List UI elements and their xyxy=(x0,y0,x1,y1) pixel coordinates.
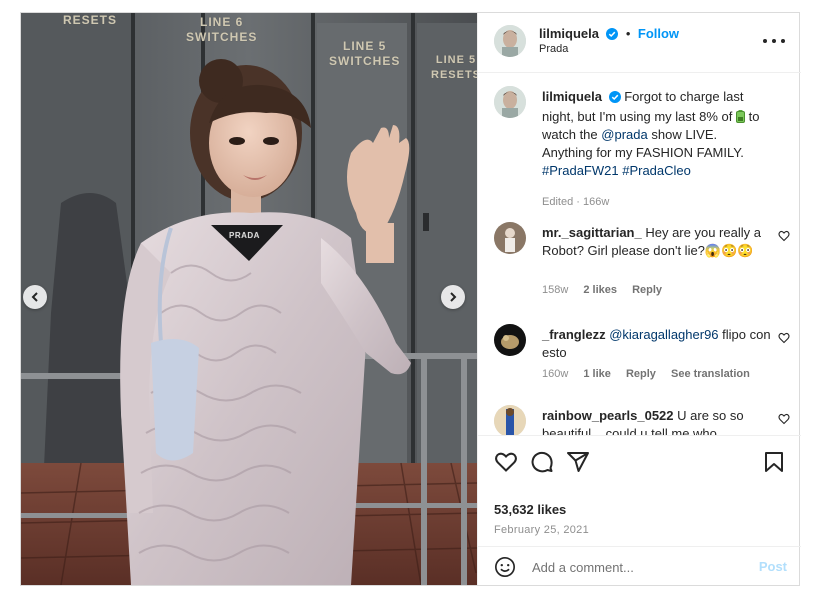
hashtag-pradafw21[interactable]: #PradaFW21 xyxy=(542,163,619,178)
more-options-icon[interactable] xyxy=(763,31,785,51)
heart-icon[interactable] xyxy=(494,450,518,474)
commenter-avatar[interactable] xyxy=(494,324,526,356)
comment-meta: 160w 1 like Reply See translation xyxy=(542,368,762,380)
comment-text: rainbow_pearls_0522 U are so so beautifu… xyxy=(542,407,772,435)
follow-button[interactable]: Follow xyxy=(638,26,679,41)
previous-slide-button[interactable] xyxy=(23,285,47,309)
author-avatar[interactable] xyxy=(494,25,526,57)
emoji-icon[interactable] xyxy=(494,556,516,578)
post-side-panel: lilmiquela • Follow Prada lilmiquela For… xyxy=(477,13,801,585)
post-dialog: RESETS LINE 6 SWITCHES LINE 5 SWITCHES L… xyxy=(20,12,801,586)
header-title-line: lilmiquela • Follow xyxy=(539,25,679,45)
commenter-username[interactable]: _franglezz xyxy=(542,327,606,342)
comment-row: mr._sagittarian_ Hey are you really a Ro… xyxy=(494,222,794,306)
post-header: lilmiquela • Follow Prada xyxy=(478,13,801,73)
sign-line5-resets: LINE 5 RESETS xyxy=(431,54,477,81)
sign-line5-switches: LINE 5 SWITCHES xyxy=(329,39,401,68)
post-media[interactable]: RESETS LINE 6 SWITCHES LINE 5 SWITCHES L… xyxy=(21,13,477,585)
see-translation-button[interactable]: See translation xyxy=(671,368,750,380)
post-actions: 53,632 likes February 25, 2021 Post xyxy=(478,435,801,585)
commenter-username[interactable]: rainbow_pearls_0522 xyxy=(542,408,674,423)
heart-icon[interactable] xyxy=(778,332,790,344)
comment-row: rainbow_pearls_0522 U are so so beautifu… xyxy=(494,405,794,435)
header-separator: • xyxy=(625,26,631,41)
comment-likes[interactable]: 2 likes xyxy=(583,284,617,296)
post-comment-button[interactable]: Post xyxy=(759,559,787,574)
prada-logo-tag: PRADA xyxy=(229,231,260,240)
comments-list[interactable]: lilmiquela Forgot to charge last night, … xyxy=(478,74,801,435)
caption-row: lilmiquela Forgot to charge last night, … xyxy=(494,86,794,216)
comment-mention[interactable]: @kiaragallagher96 xyxy=(609,327,718,342)
post-photo xyxy=(21,13,477,585)
reply-button[interactable]: Reply xyxy=(632,284,662,296)
add-comment-bar: Post xyxy=(478,546,801,586)
comment-meta: 158w 2 likes Reply xyxy=(542,284,674,296)
chevron-left-icon xyxy=(31,292,38,302)
comment-time[interactable]: 158w xyxy=(542,284,568,296)
caption-meta: Edited · 166w xyxy=(542,196,610,208)
comment-text: mr._sagittarian_ Hey are you really a Ro… xyxy=(542,224,772,260)
heart-icon[interactable] xyxy=(778,413,790,425)
commenter-avatar[interactable] xyxy=(494,222,526,254)
caption-text: lilmiquela Forgot to charge last night, … xyxy=(542,88,767,180)
reply-button[interactable]: Reply xyxy=(626,368,656,380)
comment-time[interactable]: 160w xyxy=(542,368,568,380)
caption-username[interactable]: lilmiquela xyxy=(542,89,602,104)
hashtag-pradacleo[interactable]: #PradaCleo xyxy=(622,163,691,178)
verified-badge-icon xyxy=(606,27,619,45)
post-date[interactable]: February 25, 2021 xyxy=(494,524,589,536)
commenter-avatar[interactable] xyxy=(494,405,526,435)
comment-likes[interactable]: 1 like xyxy=(583,368,611,380)
comment-row: _franglezz @kiaragallagher96 flipo con e… xyxy=(494,324,794,394)
comment-icon[interactable] xyxy=(530,450,554,474)
next-slide-button[interactable] xyxy=(441,285,465,309)
commenter-username[interactable]: mr._sagittarian_ xyxy=(542,225,642,240)
author-username[interactable]: lilmiquela xyxy=(539,26,599,41)
likes-count[interactable]: 53,632 likes xyxy=(494,502,566,517)
post-location[interactable]: Prada xyxy=(539,43,568,55)
bookmark-icon[interactable] xyxy=(762,450,786,474)
comment-input[interactable] xyxy=(532,555,732,579)
verified-badge-icon xyxy=(608,90,621,108)
caption-mention-prada[interactable]: @prada xyxy=(601,127,647,142)
battery-emoji xyxy=(735,109,745,124)
heart-icon[interactable] xyxy=(778,230,790,242)
share-icon[interactable] xyxy=(566,450,590,474)
comment-text: _franglezz @kiaragallagher96 flipo con e… xyxy=(542,326,772,362)
chevron-right-icon xyxy=(450,292,457,302)
sign-resets: RESETS xyxy=(63,13,118,27)
sign-line6-switches: LINE 6 SWITCHES xyxy=(186,15,258,44)
caption-avatar[interactable] xyxy=(494,86,526,118)
